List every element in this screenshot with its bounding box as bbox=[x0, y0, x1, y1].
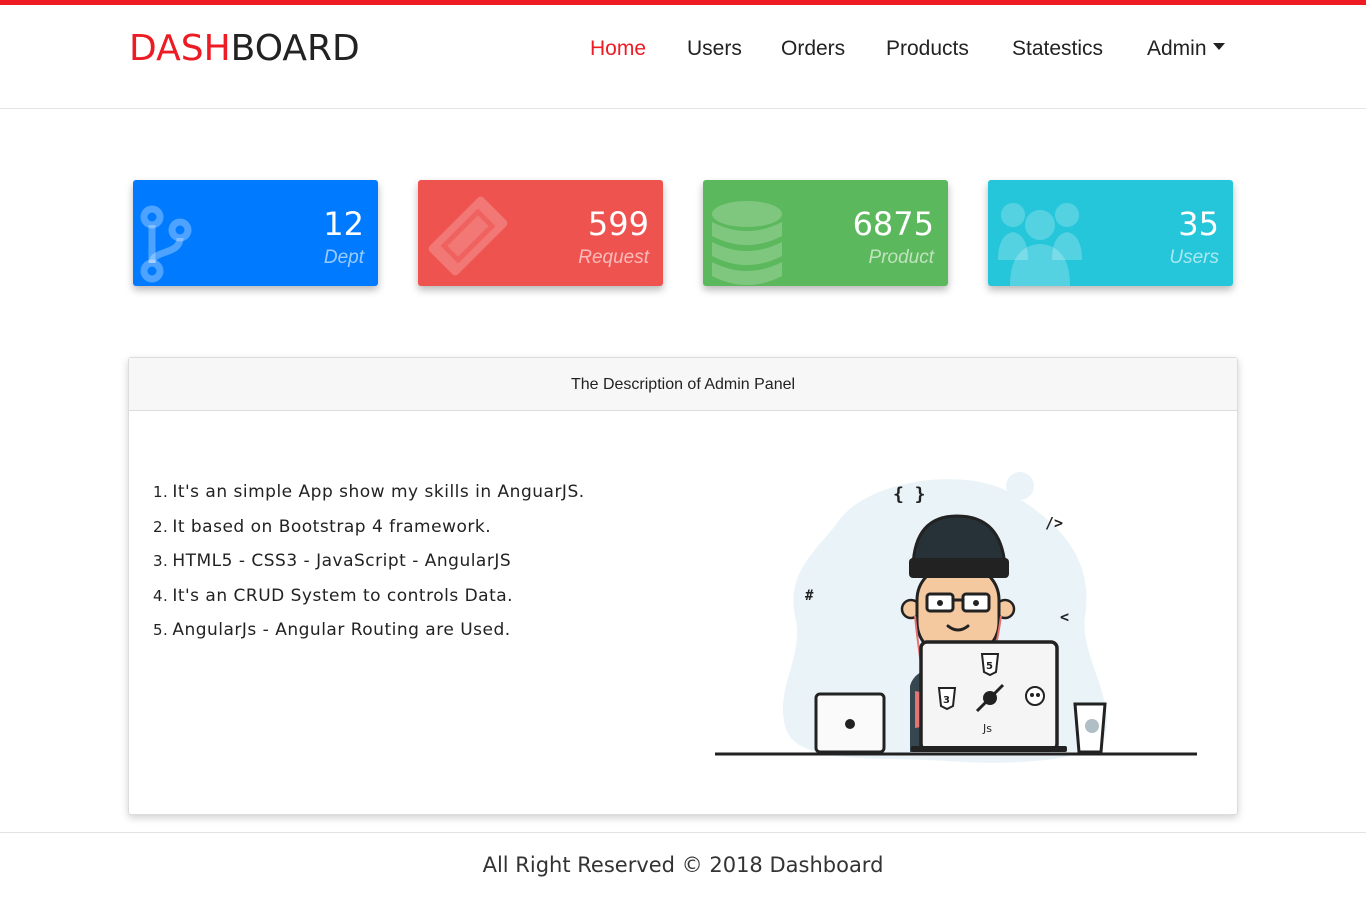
hash-symbol: # bbox=[805, 588, 814, 604]
list-item: 4. It's an CRUD System to controls Data. bbox=[153, 585, 514, 606]
nav-admin-dropdown[interactable]: Admin bbox=[1147, 35, 1225, 63]
list-item-text: AngularJs - Angular Routing are Used. bbox=[172, 620, 511, 640]
stat-card-product[interactable]: 6875 Product bbox=[703, 180, 948, 286]
footer-text: All Right Reserved © 2018 Dashboard bbox=[482, 853, 884, 877]
nav-products[interactable]: Products bbox=[886, 35, 969, 63]
html5-sticker-text: 5 bbox=[986, 661, 993, 672]
list-item: 1. It's an simple App show my skills in A… bbox=[153, 482, 585, 502]
list-item: 2. It based on Bootstrap 4 framework. bbox=[153, 516, 492, 537]
stat-label: Users bbox=[1169, 247, 1219, 268]
list-item-text: It's an CRUD System to controls Data. bbox=[172, 585, 514, 606]
stat-card-request[interactable]: 599 Request bbox=[418, 180, 663, 286]
tag-symbol: /> bbox=[1045, 514, 1063, 532]
main-nav: Home Users Orders Products Statestics Ad… bbox=[0, 35, 1366, 65]
caret-down-icon bbox=[1212, 42, 1225, 50]
nav-statistics[interactable]: Statestics bbox=[1012, 35, 1103, 63]
nav-orders[interactable]: Orders bbox=[781, 35, 845, 63]
panel-title: The Description of Admin Panel bbox=[129, 358, 1237, 411]
chevron-symbol: < bbox=[1060, 608, 1069, 626]
list-item-text: HTML5 - CSS3 - JavaScript - AngularJS bbox=[172, 551, 512, 571]
nav-admin-label: Admin bbox=[1147, 37, 1207, 60]
stat-label: Request bbox=[578, 247, 649, 268]
list-item: 5. AngularJs - Angular Routing are Used. bbox=[153, 620, 511, 640]
stat-label: Dept bbox=[323, 247, 364, 268]
stat-value: 6875 bbox=[852, 205, 934, 243]
database-icon bbox=[712, 201, 782, 285]
stat-value: 35 bbox=[1178, 205, 1219, 243]
users-icon bbox=[998, 203, 1082, 286]
code-branch-icon bbox=[140, 205, 192, 283]
stat-card-dept[interactable]: 12 Dept bbox=[133, 180, 378, 286]
developer-illustration: { } /> # < 5 3 Js bbox=[715, 472, 1197, 763]
nav-users[interactable]: Users bbox=[687, 35, 742, 63]
stat-value: 12 bbox=[323, 205, 364, 243]
ticket-icon bbox=[428, 196, 508, 276]
stat-card-users[interactable]: 35 Users bbox=[988, 180, 1233, 286]
list-item: 3. HTML5 - CSS3 - JavaScript - AngularJS bbox=[153, 551, 512, 571]
description-panel: The Description of Admin Panel 1. It's an… bbox=[128, 357, 1238, 815]
braces-symbol: { } bbox=[893, 484, 926, 505]
list-item-text: It's an simple App show my skills in Ang… bbox=[172, 482, 585, 502]
nav-home[interactable]: Home bbox=[590, 35, 646, 63]
js-sticker-text: Js bbox=[982, 722, 992, 735]
footer: All Right Reserved © 2018 Dashboard bbox=[0, 832, 1366, 900]
css3-sticker-text: 3 bbox=[943, 695, 950, 706]
list-item-text: It based on Bootstrap 4 framework. bbox=[172, 516, 492, 537]
description-list: 1. It's an simple App show my skills in A… bbox=[153, 479, 585, 652]
stat-label: Product bbox=[868, 247, 934, 268]
stat-value: 599 bbox=[587, 205, 649, 243]
navbar: DASHBOARD Home Users Orders Products Sta… bbox=[0, 5, 1366, 109]
